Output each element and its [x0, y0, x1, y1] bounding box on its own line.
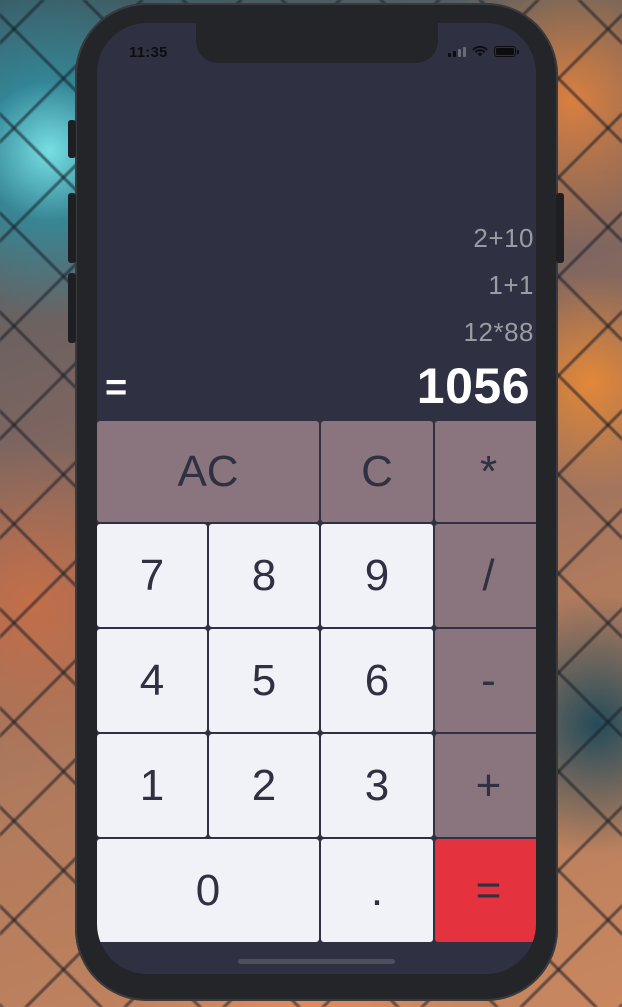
digit-9-button[interactable]: 9 [321, 524, 433, 627]
keypad: AC C * 7 8 9 / 4 5 6 - 1 2 3 + 0 . = [97, 421, 536, 942]
notch [196, 23, 438, 63]
decimal-point-button[interactable]: . [321, 839, 433, 942]
history-list: 2+10 1+1 12*88 [464, 220, 534, 361]
digit-4-button[interactable]: 4 [97, 629, 207, 732]
digit-3-button[interactable]: 3 [321, 734, 433, 837]
all-clear-button[interactable]: AC [97, 421, 319, 522]
digit-0-button[interactable]: 0 [97, 839, 319, 942]
digit-1-button[interactable]: 1 [97, 734, 207, 837]
minus-button[interactable]: - [435, 629, 536, 732]
history-item: 12*88 [463, 317, 534, 347]
history-item: 1+1 [488, 270, 534, 300]
plus-button[interactable]: + [435, 734, 536, 837]
result-value: 1056 [416, 358, 530, 414]
calculator-screen: 11:35 2+10 1+1 12*88 = 1056 AC C * 7 8 9… [97, 23, 536, 974]
digit-5-button[interactable]: 5 [209, 629, 319, 732]
digit-7-button[interactable]: 7 [97, 524, 207, 627]
divide-button[interactable]: / [435, 524, 536, 627]
cellular-signal-icon [448, 46, 466, 57]
digit-2-button[interactable]: 2 [209, 734, 319, 837]
history-item: 2+10 [473, 223, 534, 253]
battery-icon [494, 46, 519, 57]
power-button [556, 193, 564, 263]
result-equals-sign: = [105, 367, 128, 409]
wifi-icon [472, 45, 488, 57]
volume-down-button [68, 273, 76, 343]
status-time: 11:35 [129, 44, 168, 61]
mute-switch [68, 120, 76, 158]
digit-6-button[interactable]: 6 [321, 629, 433, 732]
digit-8-button[interactable]: 8 [209, 524, 319, 627]
equals-button[interactable]: = [435, 839, 536, 942]
volume-up-button [68, 193, 76, 263]
clear-button[interactable]: C [321, 421, 433, 522]
status-icons [448, 45, 519, 57]
multiply-button[interactable]: * [435, 421, 536, 522]
home-indicator[interactable] [238, 959, 395, 964]
